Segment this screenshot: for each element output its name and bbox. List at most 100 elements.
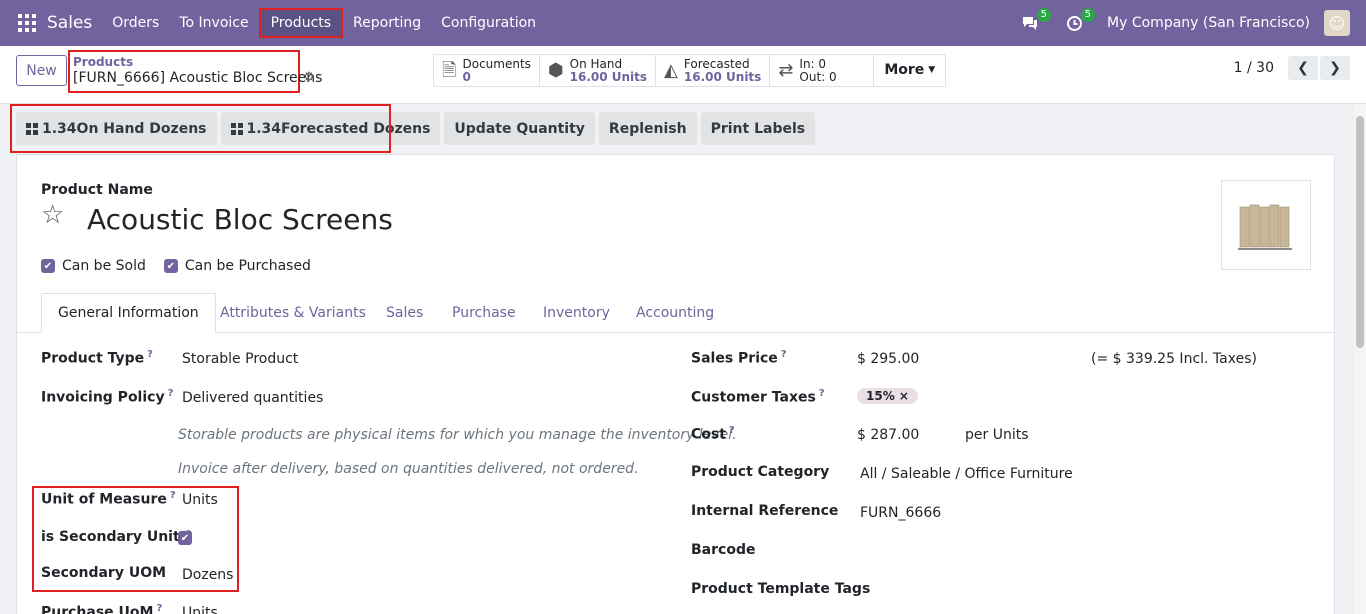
forecasted-label: Forecasted xyxy=(683,56,750,71)
out-count: Out: 0 xyxy=(799,69,837,84)
incl-taxes-text: (= $ 339.25 Incl. Taxes) xyxy=(1091,351,1257,367)
tax-tag[interactable]: 15% × xyxy=(857,388,918,404)
messages-icon[interactable]: 5 xyxy=(1019,8,1052,34)
smart-buttons: 🗎 Documents 0 ⬢ On Hand 16.00 Units ◭ Fore… xyxy=(433,54,947,87)
forecasted-dozens-button[interactable]: 1.34Forecasted Dozens xyxy=(220,112,441,145)
menu-products[interactable]: Products xyxy=(258,8,344,38)
product-type-help: Storable products are physical items for… xyxy=(178,427,737,443)
internal-reference-label: Internal Reference xyxy=(691,503,839,519)
menu-to-invoice[interactable]: To Invoice xyxy=(169,0,258,46)
tab-sales[interactable]: Sales xyxy=(386,293,423,333)
invoicing-policy-help: Invoice after delivery, based on quantit… xyxy=(178,461,639,477)
area-chart-icon: ◭ xyxy=(664,60,678,81)
invoicing-policy-label: Invoicing Policy? xyxy=(41,388,174,406)
forecasted-value: 16.00 Units xyxy=(683,69,762,84)
grid-icon xyxy=(230,122,243,135)
product-name-field[interactable]: Acoustic Bloc Screens xyxy=(87,203,393,236)
form-tabs: General Information Attributes & Variant… xyxy=(17,293,1334,333)
tab-inventory[interactable]: Inventory xyxy=(543,293,610,333)
help-icon[interactable]: ? xyxy=(819,388,825,399)
gear-icon[interactable]: ⚙ xyxy=(303,70,315,85)
product-type-field[interactable]: Storable Product xyxy=(182,351,298,367)
internal-reference-field[interactable]: FURN_6666 xyxy=(860,505,941,521)
help-icon[interactable]: ? xyxy=(147,349,153,360)
purchase-uom-field[interactable]: Units xyxy=(182,605,218,614)
new-button[interactable]: New xyxy=(16,55,67,86)
user-avatar[interactable]: ☺ xyxy=(1324,10,1350,36)
action-buttons: 1.34On Hand Dozens 1.34Forecasted Dozens… xyxy=(10,104,819,153)
breadcrumb: Products [FURN_6666] Acoustic Bloc Scree… xyxy=(68,50,323,93)
product-type-label: Product Type? xyxy=(41,349,153,367)
cubes-icon: ⬢ xyxy=(547,60,564,81)
print-labels-button[interactable]: Print Labels xyxy=(700,112,816,145)
activities-count-badge: 5 xyxy=(1080,8,1096,22)
can-be-purchased-checkbox[interactable]: ✔ xyxy=(163,259,178,273)
in-out-button[interactable]: ⇄ In: 0 Out: 0 xyxy=(770,55,875,86)
apps-menu-icon[interactable] xyxy=(18,14,36,32)
breadcrumb-products-link[interactable]: Products xyxy=(73,56,295,69)
scrollbar-thumb[interactable] xyxy=(1356,116,1364,348)
on-hand-value: 16.00 Units xyxy=(569,69,648,84)
tab-general-information[interactable]: General Information xyxy=(41,293,216,333)
tab-attributes-variants[interactable]: Attributes & Variants xyxy=(220,293,366,333)
pager: 1 / 30 ❮ ❯ xyxy=(1234,56,1350,80)
control-panel: New Products [FURN_6666] Acoustic Bloc S… xyxy=(0,46,1366,104)
product-category-field[interactable]: All / Saleable / Office Furniture xyxy=(860,466,1073,482)
cost-field[interactable]: $ 287.00 xyxy=(857,427,919,443)
purchase-uom-label: Purchase UoM? xyxy=(41,603,163,614)
documents-count: 0 xyxy=(462,69,471,84)
barcode-label: Barcode xyxy=(691,542,756,558)
top-navbar: Sales Orders To Invoice Products Reporti… xyxy=(0,0,1366,46)
caret-down-icon: ▼ xyxy=(928,65,936,75)
product-category-label: Product Category xyxy=(691,464,830,480)
help-icon[interactable]: ? xyxy=(781,349,787,360)
on-hand-label: On Hand xyxy=(569,56,623,71)
product-image[interactable] xyxy=(1221,180,1311,270)
messages-count-badge: 5 xyxy=(1036,8,1052,22)
forecasted-button[interactable]: ◭ Forecasted 16.00 Units xyxy=(656,55,771,86)
activities-icon[interactable]: 5 xyxy=(1063,8,1096,34)
replenish-button[interactable]: Replenish xyxy=(598,112,697,145)
highlight-uom-fields xyxy=(32,486,239,592)
customer-taxes-label: Customer Taxes? xyxy=(691,388,825,406)
exchange-icon: ⇄ xyxy=(778,60,794,81)
documents-button[interactable]: 🗎 Documents 0 xyxy=(434,55,540,86)
help-icon[interactable]: ? xyxy=(168,388,174,399)
tab-accounting[interactable]: Accounting xyxy=(636,293,714,333)
help-icon[interactable]: ? xyxy=(729,425,735,436)
app-brand[interactable]: Sales xyxy=(47,13,92,33)
pager-value[interactable]: 1 / 30 xyxy=(1234,60,1274,76)
update-quantity-button[interactable]: Update Quantity xyxy=(444,112,595,145)
menu-orders[interactable]: Orders xyxy=(102,0,169,46)
on-hand-dozens-button[interactable]: 1.34On Hand Dozens xyxy=(16,112,217,145)
favorite-star-icon[interactable]: ☆ xyxy=(41,200,64,230)
cost-per-unit: per Units xyxy=(965,427,1029,443)
can-be-purchased-label: Can be Purchased xyxy=(184,258,311,274)
menu-configuration[interactable]: Configuration xyxy=(431,0,546,46)
menu-reporting[interactable]: Reporting xyxy=(343,0,431,46)
sales-price-field[interactable]: $ 295.00 xyxy=(857,351,919,367)
on-hand-dozens-label: 1.34On Hand Dozens xyxy=(42,120,207,137)
cost-label: Cost? xyxy=(691,425,735,443)
company-switcher[interactable]: My Company (San Francisco) xyxy=(1107,15,1310,31)
more-label: More xyxy=(884,62,925,78)
product-name-label: Product Name xyxy=(41,182,153,198)
pager-previous-icon[interactable]: ❮ xyxy=(1288,56,1318,80)
in-count: In: 0 xyxy=(799,56,827,71)
documents-label: Documents xyxy=(462,56,531,71)
document-icon: 🗎 xyxy=(442,60,457,81)
grid-icon xyxy=(26,122,38,135)
sales-price-label: Sales Price? xyxy=(691,349,787,367)
forecasted-dozens-label: 1.34Forecasted Dozens xyxy=(246,120,431,137)
tab-purchase[interactable]: Purchase xyxy=(452,293,516,333)
invoicing-policy-field[interactable]: Delivered quantities xyxy=(182,390,323,406)
more-dropdown[interactable]: More ▼ xyxy=(874,55,945,86)
pager-next-icon[interactable]: ❯ xyxy=(1320,56,1350,80)
help-icon[interactable]: ? xyxy=(156,603,162,614)
on-hand-button[interactable]: ⬢ On Hand 16.00 Units xyxy=(540,55,657,86)
sale-purchase-checkboxes: ✔ Can be Sold ✔ Can be Purchased xyxy=(41,258,329,274)
can-be-sold-checkbox[interactable]: ✔ xyxy=(41,259,55,273)
breadcrumb-current: [FURN_6666] Acoustic Bloc Screens xyxy=(73,70,323,86)
can-be-sold-label: Can be Sold xyxy=(62,258,146,274)
product-template-tags-label: Product Template Tags xyxy=(691,581,871,597)
